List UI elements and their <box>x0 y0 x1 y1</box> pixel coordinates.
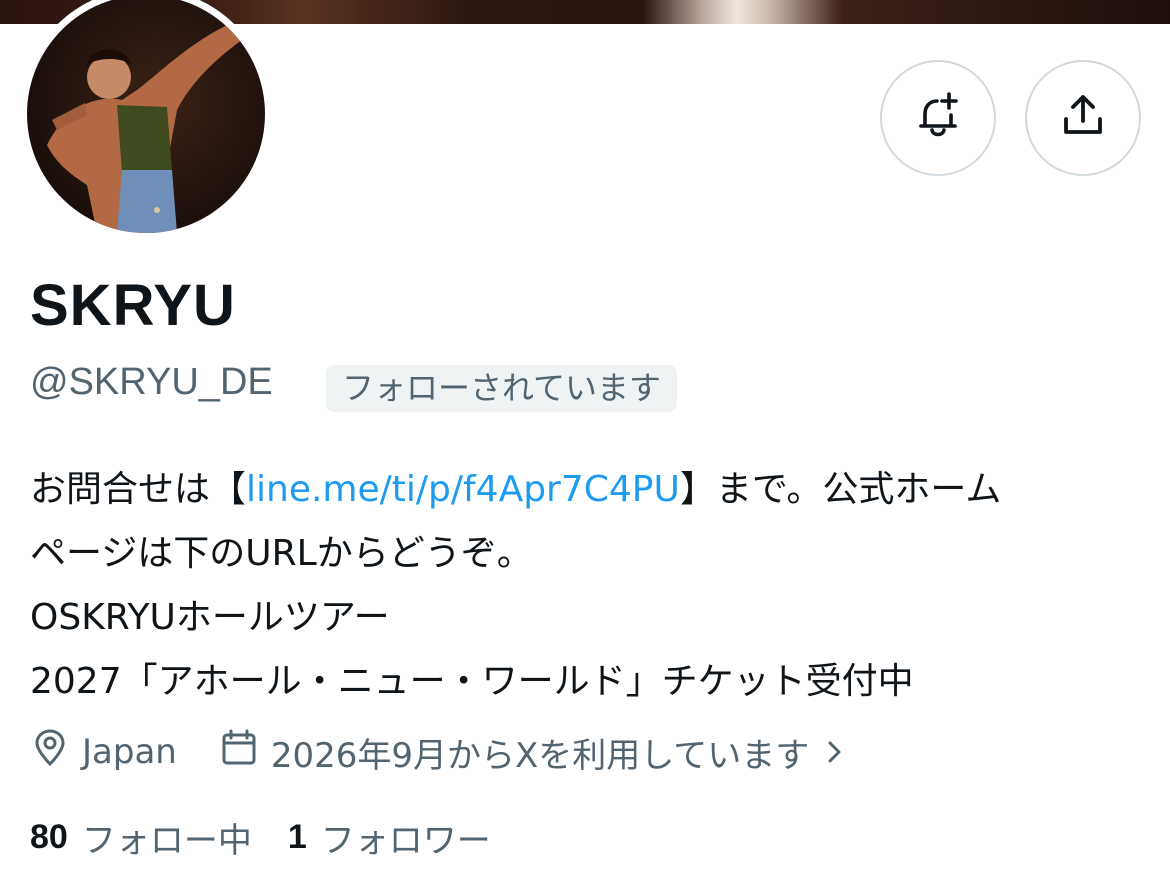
bio-text: 】まで。公式ホーム <box>679 469 1002 510</box>
bio-text: お問合せは【 <box>30 469 247 510</box>
profile-bio: お問合せは【line.me/ti/p/f4Apr7C4PU】まで。公式ホーム ペ… <box>30 458 1150 714</box>
follow-stats: 80 フォロー中 1 フォロワー <box>30 810 491 864</box>
avatar-frame <box>20 0 272 240</box>
bio-line-1: お問合せは【line.me/ti/p/f4Apr7C4PU】まで。公式ホーム <box>30 458 1150 522</box>
bio-link[interactable]: line.me/ti/p/f4Apr7C4PU <box>246 469 680 510</box>
follows-you-badge: フォローされています <box>326 365 678 412</box>
share-icon <box>1058 91 1108 145</box>
calendar-icon <box>219 728 271 777</box>
location-text: Japan <box>82 732 177 772</box>
avatar[interactable] <box>27 0 265 233</box>
share-button[interactable] <box>1025 60 1141 176</box>
bio-line-3: OSKRYUホールツアー <box>30 597 390 638</box>
profile-meta: Japan 2026年9月からXを利用しています <box>30 722 857 782</box>
bio-line-4: 2027「アホール・ニュー・ワールド」チケット受付中 <box>30 661 914 702</box>
bio-line-2: ページは下のURLからどうぞ。 <box>30 533 533 574</box>
followers-label: フォロワー <box>320 820 491 861</box>
followers-count: 1 <box>287 817 307 856</box>
location-pin-icon <box>30 728 82 777</box>
display-name: SKRYU <box>30 273 236 338</box>
location: Japan <box>30 728 177 777</box>
following-count: 80 <box>30 817 68 856</box>
chevron-right-icon <box>825 737 857 767</box>
following-link[interactable]: 80 フォロー中 <box>30 813 252 862</box>
user-handle: @SKRYU_DE <box>30 361 273 403</box>
joined-text: 2026年9月からXを利用しています <box>270 735 810 776</box>
bell-plus-icon <box>913 91 963 145</box>
followers-link[interactable]: 1 フォロワー <box>288 813 491 862</box>
joined-date[interactable]: 2026年9月からXを利用しています <box>219 728 857 777</box>
notifications-button[interactable] <box>880 60 996 176</box>
following-label: フォロー中 <box>81 820 252 861</box>
avatar-image <box>47 25 242 233</box>
